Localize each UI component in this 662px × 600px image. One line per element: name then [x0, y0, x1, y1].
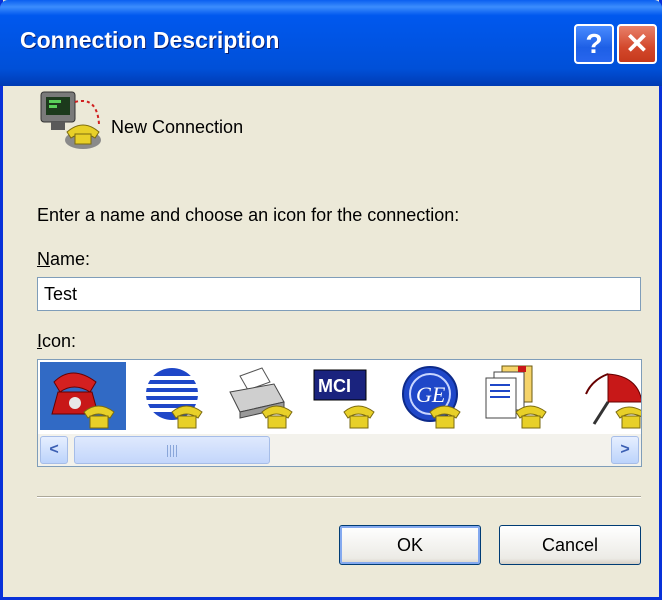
- mci-logo-icon: MCI: [313, 369, 375, 429]
- connection-description-dialog: Connection Description ? ✕ New Connectio…: [0, 0, 662, 600]
- ge-logo-icon: GE: [402, 366, 461, 429]
- icon-option-documents[interactable]: [472, 362, 558, 430]
- scroll-right-button[interactable]: >: [611, 436, 639, 464]
- globe-stripes-icon: [144, 368, 203, 429]
- icon-strip: MCI GE: [38, 360, 641, 432]
- icon-label: Icon:: [37, 331, 76, 352]
- icon-list[interactable]: MCI GE < >: [37, 359, 642, 467]
- icon-option-globe[interactable]: [128, 362, 214, 430]
- close-button[interactable]: ✕: [617, 24, 657, 64]
- icon-option-umbrella[interactable]: [558, 362, 641, 430]
- svg-text:GE: GE: [416, 382, 446, 407]
- cancel-button[interactable]: Cancel: [499, 525, 641, 565]
- help-button[interactable]: ?: [574, 24, 614, 64]
- scroll-left-button[interactable]: <: [40, 436, 68, 464]
- name-label-text: ame:: [50, 249, 91, 269]
- icon-option-ge[interactable]: GE: [386, 362, 472, 430]
- icon-option-red-phone[interactable]: [40, 362, 126, 430]
- instruction-text: Enter a name and choose an icon for the …: [37, 205, 460, 225]
- ok-button[interactable]: OK: [339, 525, 481, 565]
- dialog-body: New Connection Enter a name and choose a…: [3, 86, 659, 597]
- fax-machine-icon: [229, 367, 293, 429]
- horizontal-scrollbar[interactable]: < >: [38, 434, 641, 466]
- name-input[interactable]: Test: [37, 277, 641, 311]
- window-title: Connection Description: [20, 27, 280, 53]
- svg-text:MCI: MCI: [318, 376, 351, 396]
- umbrella-icon: [585, 373, 641, 429]
- icon-option-fax[interactable]: [214, 362, 300, 430]
- red-phone-icon: [51, 372, 115, 429]
- name-label: Name:: [37, 249, 90, 270]
- new-connection-icon: [37, 88, 107, 154]
- connection-name-heading: New Connection: [111, 117, 244, 137]
- title-bar[interactable]: Connection Description ? ✕: [0, 0, 662, 86]
- separator: [37, 496, 641, 498]
- icon-option-mci[interactable]: MCI: [300, 362, 386, 430]
- documents-icon: [485, 365, 547, 429]
- name-label-accelerator: N: [37, 249, 50, 269]
- scrollbar-thumb[interactable]: [74, 436, 270, 464]
- icon-label-text: con:: [42, 331, 77, 351]
- scrollbar-grip: [167, 445, 179, 457]
